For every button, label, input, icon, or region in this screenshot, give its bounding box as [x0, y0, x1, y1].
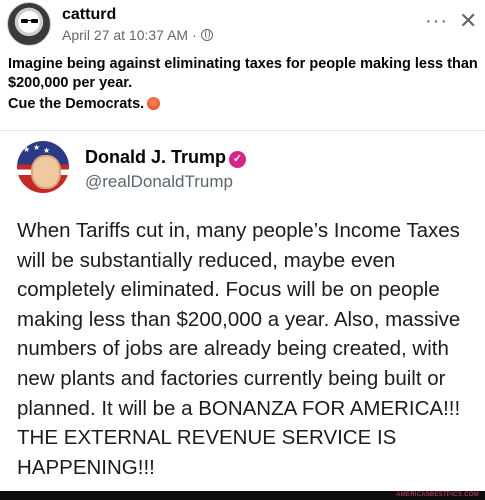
- close-button[interactable]: ✕: [459, 8, 477, 34]
- author-avatar[interactable]: [7, 2, 51, 46]
- flag-star-icon: ★: [23, 145, 31, 154]
- flag-star-icon: ★: [43, 146, 51, 155]
- post-meta: April 27 at 10:37 AM ·: [62, 27, 213, 43]
- flag-star-icon: ★: [33, 143, 41, 152]
- post-timestamp[interactable]: April 27 at 10:37 AM ·: [62, 27, 197, 43]
- tweet-author-name-wrap: Donald J. Trump ✓: [85, 147, 247, 168]
- post-text-line2-wrap: Cue the Democrats.: [8, 96, 161, 112]
- tweet-author-name: Donald J. Trump: [85, 147, 227, 167]
- angry-face-emoji: [147, 97, 161, 110]
- verified-badge-icon: ✓: [229, 151, 247, 168]
- facebook-post: catturd April 27 at 10:37 AM · ··· ✕ Ima…: [0, 0, 485, 138]
- post-text-line1: Imagine being against eliminating taxes …: [8, 56, 478, 91]
- globe-icon: [200, 29, 213, 41]
- more-options-button[interactable]: ···: [425, 10, 448, 33]
- tweet-author-avatar: ★ ★ ★: [17, 141, 69, 193]
- portrait-face: [31, 155, 61, 189]
- post-text-line2: Cue the Democrats.: [8, 96, 145, 112]
- tweet-author-handle: @realDonaldTrump: [85, 172, 233, 191]
- watermark-bar: AMERICASBESTPICS.COM: [0, 491, 485, 500]
- author-name[interactable]: catturd: [62, 6, 116, 24]
- watermark-text: AMERICASBESTPICS.COM: [396, 492, 479, 498]
- embedded-tweet-screenshot: ★ ★ ★ Donald J. Trump ✓ @realDonaldTrump …: [0, 131, 485, 491]
- tweet-body: When Tariffs cut in, many people’s Incom…: [17, 219, 461, 479]
- sunglasses-right-lens: [31, 19, 38, 23]
